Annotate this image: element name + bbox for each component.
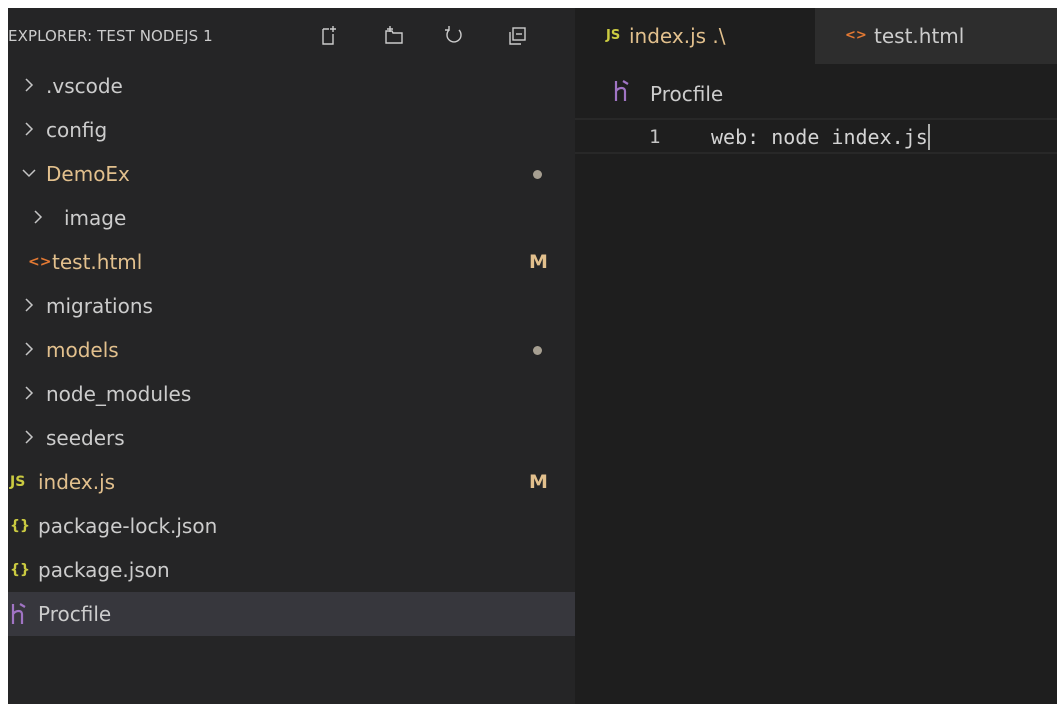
tree-item-label: package-lock.json (38, 514, 218, 538)
tree-item-procfile[interactable]: Procfile (8, 592, 575, 636)
tree-item-models[interactable]: models (8, 328, 575, 372)
explorer-header: EXPLORER: TEST NODEJS 1 (8, 8, 575, 64)
tree-item-label: node_modules (46, 382, 192, 406)
tree-item-label: seeders (46, 426, 125, 450)
tree-item-label: package.json (38, 558, 170, 582)
js-file-icon: JS (606, 28, 621, 43)
tree-item-label: DemoEx (46, 162, 130, 186)
tab-index-js[interactable]: JS index.js .\ (575, 8, 815, 64)
tree-item-label: image (64, 206, 127, 230)
modified-dot-indicator (533, 346, 542, 355)
tree-item-seeders[interactable]: seeders (8, 416, 575, 460)
js-file-icon: JS (10, 474, 26, 490)
tree-item-label: index.js (38, 470, 116, 494)
breadcrumb[interactable]: Procfile (575, 64, 1057, 108)
code-line-text: web: node index.js (711, 125, 928, 149)
chevron-right-icon[interactable] (20, 384, 38, 402)
chevron-right-icon[interactable] (20, 120, 38, 138)
line-number: 1 (649, 126, 661, 148)
tree-item-vscode[interactable]: .vscode (8, 64, 575, 108)
chevron-right-icon[interactable] (20, 428, 38, 446)
vscode-window: EXPLORER: TEST NODEJS 1 .vscode config D… (8, 8, 1057, 704)
tree-item-label: test.html (52, 250, 143, 274)
modified-badge: M (529, 471, 548, 493)
tree-item-label: Procfile (38, 602, 112, 626)
chevron-right-icon[interactable] (29, 208, 47, 226)
tree-item-package-json[interactable]: {} package.json (8, 548, 575, 592)
code-line: 1 web: node index.js (575, 118, 1057, 154)
explorer-title: EXPLORER: TEST NODEJS 1 (8, 27, 213, 45)
html-file-icon: <> (28, 254, 52, 270)
modified-badge: M (529, 251, 548, 273)
refresh-icon[interactable] (443, 25, 465, 47)
tree-item-migrations[interactable]: migrations (8, 284, 575, 328)
chevron-down-icon[interactable] (20, 164, 38, 182)
tree-item-config[interactable]: config (8, 108, 575, 152)
html-file-icon: <> (845, 28, 867, 43)
json-file-icon: {} (10, 562, 30, 578)
chevron-right-icon[interactable] (20, 340, 38, 358)
explorer-sidebar: EXPLORER: TEST NODEJS 1 .vscode config D… (8, 8, 575, 704)
code-text[interactable]: web: node index.js (711, 124, 930, 150)
tree-item-node-modules[interactable]: node_modules (8, 372, 575, 416)
heroku-file-icon (10, 603, 28, 625)
tree-item-label: migrations (46, 294, 153, 318)
tab-label: index.js .\ (629, 24, 726, 48)
breadcrumb-label: Procfile (650, 82, 724, 106)
code-editor[interactable]: 1 web: node index.js (575, 108, 1057, 704)
top-strip (0, 0, 1057, 8)
modified-dot-indicator (533, 170, 542, 179)
collapse-all-icon[interactable] (506, 25, 528, 47)
tree-item-test-html[interactable]: <> test.html M (8, 240, 575, 284)
tree-item-label: .vscode (46, 74, 123, 98)
heroku-file-icon (613, 80, 631, 102)
chevron-right-icon[interactable] (20, 296, 38, 314)
tree-item-image[interactable]: image (8, 196, 575, 240)
tree-item-label: config (46, 118, 108, 142)
text-cursor (927, 124, 930, 150)
tree-item-label: models (46, 338, 119, 362)
tab-test-html[interactable]: <> test.html (815, 8, 1057, 64)
tree-item-demoex[interactable]: DemoEx (8, 152, 575, 196)
new-file-icon[interactable] (318, 25, 340, 47)
tab-bar: JS index.js .\ <> test.html (575, 8, 1057, 64)
editor-group: JS index.js .\ <> test.html Procfile 1 w… (575, 8, 1057, 704)
new-folder-icon[interactable] (383, 25, 405, 47)
file-tree: .vscode config DemoEx image <> test.html Mmigr… (8, 64, 575, 636)
tree-item-package-lock-json[interactable]: {} package-lock.json (8, 504, 575, 548)
tab-label: test.html (874, 24, 965, 48)
tree-item-index-js[interactable]: JS index.js M (8, 460, 575, 504)
chevron-right-icon[interactable] (20, 76, 38, 94)
json-file-icon: {} (10, 518, 30, 534)
